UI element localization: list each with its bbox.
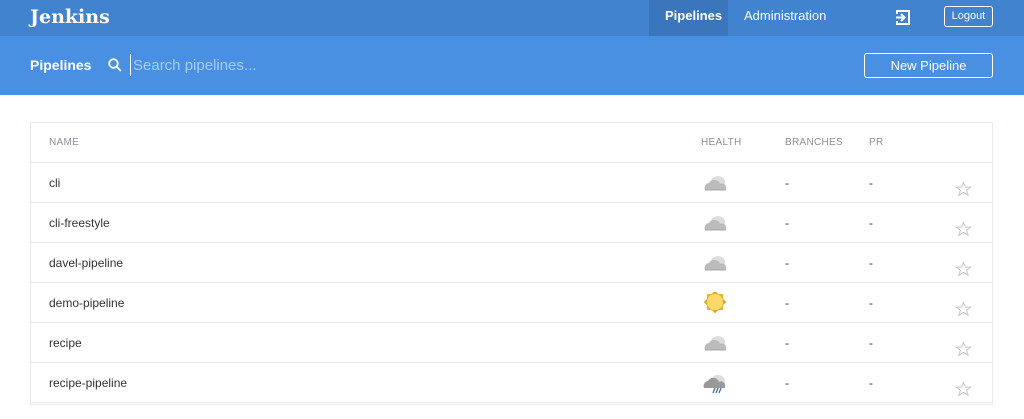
branches-value: -: [785, 176, 789, 190]
pipelines-table: NAME HEALTH BRANCHES PR cli - - cli-free…: [30, 122, 993, 405]
table-row[interactable]: recipe - -: [31, 323, 992, 363]
jenkins-logo[interactable]: Jenkins: [30, 6, 110, 28]
health-cloudy-icon: [701, 212, 729, 234]
new-pipeline-button[interactable]: New Pipeline: [864, 53, 993, 78]
header-branches[interactable]: BRANCHES: [785, 123, 843, 163]
pipeline-name[interactable]: recipe-pipeline: [49, 363, 127, 403]
pr-value: -: [869, 176, 873, 190]
search-input[interactable]: [130, 54, 430, 76]
table-row[interactable]: demo-pipeline - -: [31, 283, 992, 323]
branches-value: -: [785, 336, 789, 350]
page-title: Pipelines: [30, 57, 92, 73]
top-bar: Jenkins Pipelines Administration Logout: [0, 0, 1024, 36]
pr-value: -: [869, 256, 873, 270]
logout-button[interactable]: Logout: [944, 6, 993, 27]
branches-value: -: [785, 296, 789, 310]
branches-value: -: [785, 256, 789, 270]
table-header: NAME HEALTH BRANCHES PR: [31, 123, 992, 163]
pr-value: -: [869, 216, 873, 230]
nav-pipelines[interactable]: Pipelines: [649, 0, 728, 36]
health-cloudy-icon: [701, 332, 729, 354]
favorite-star-icon[interactable]: [954, 374, 973, 414]
sub-header: Pipelines New Pipeline: [0, 36, 1024, 95]
health-rainy-icon: [701, 372, 729, 394]
table-row[interactable]: recipe-pipeline - -: [31, 363, 992, 403]
sign-in-icon[interactable]: [894, 9, 911, 26]
table-row[interactable]: cli - -: [31, 163, 992, 203]
header-name[interactable]: NAME: [49, 123, 79, 163]
pr-value: -: [869, 336, 873, 350]
branches-value: -: [785, 376, 789, 390]
table-row[interactable]: davel-pipeline - -: [31, 243, 992, 283]
table-row[interactable]: cli-freestyle - -: [31, 203, 992, 243]
pr-value: -: [869, 296, 873, 310]
nav-administration[interactable]: Administration: [728, 0, 842, 36]
header-pr[interactable]: PR: [869, 123, 884, 163]
header-health[interactable]: HEALTH: [701, 123, 742, 163]
pipeline-name[interactable]: demo-pipeline: [49, 283, 124, 323]
pipeline-name[interactable]: recipe: [49, 323, 82, 363]
pipeline-name[interactable]: davel-pipeline: [49, 243, 123, 283]
branches-value: -: [785, 216, 789, 230]
search-icon: [108, 58, 122, 72]
health-cloudy-icon: [701, 172, 729, 194]
pipeline-name[interactable]: cli-freestyle: [49, 203, 110, 243]
health-sunny-icon: [701, 290, 729, 314]
health-cloudy-icon: [701, 252, 729, 274]
pipeline-name[interactable]: cli: [49, 163, 60, 203]
pr-value: -: [869, 376, 873, 390]
